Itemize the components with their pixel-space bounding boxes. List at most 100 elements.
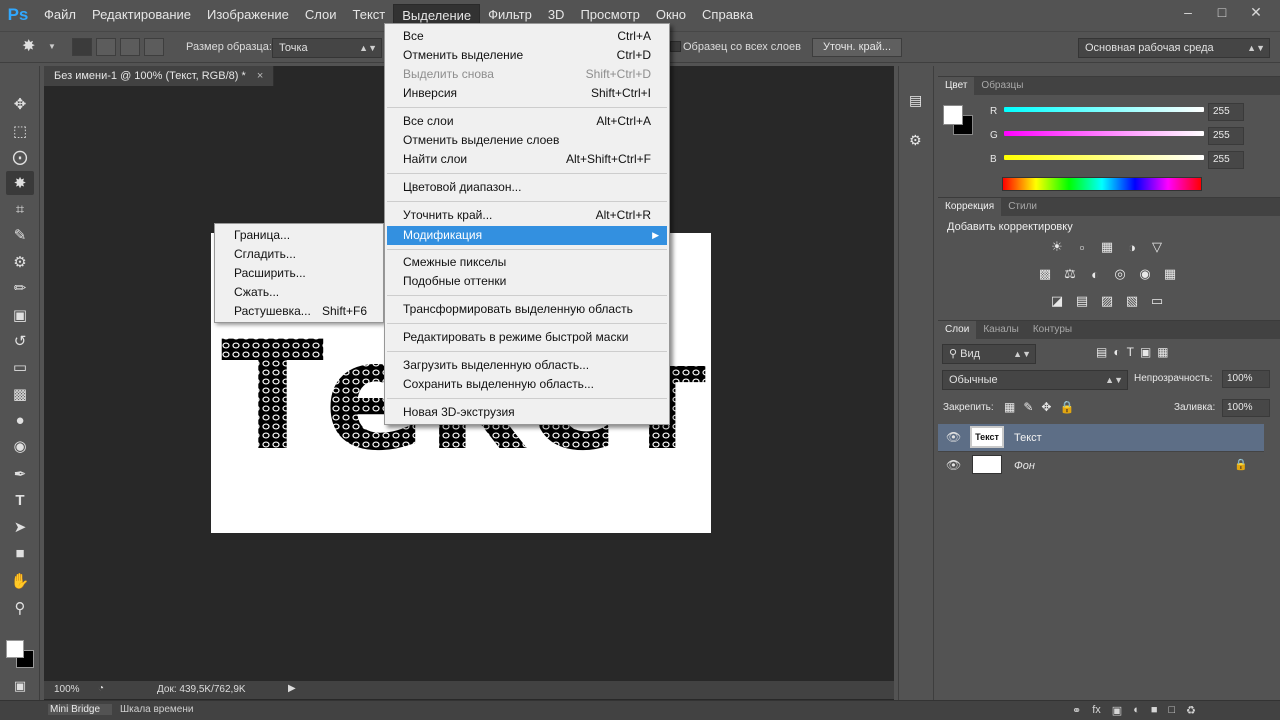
new-selection-button[interactable] [72, 38, 92, 56]
layer-row-background[interactable]: 👁 Фон 🔒 [938, 451, 1264, 478]
invert-icon[interactable]: ◪ [1046, 290, 1068, 312]
menu-refine-edge[interactable]: Уточнить край... Alt+Ctrl+R [387, 206, 667, 225]
eraser-tool-icon[interactable]: ▭ [6, 355, 34, 379]
menu-select-all[interactable]: Все Ctrl+A [387, 27, 667, 46]
layer-filter-select[interactable]: ⚲ Вид ▲▼ [942, 344, 1036, 364]
workspace-select[interactable]: Основная рабочая среда ▲▼ [1078, 38, 1270, 58]
menu-all-layers[interactable]: Все слои Alt+Ctrl+A [387, 112, 667, 131]
menu-modify[interactable]: Модификация ▶ [387, 226, 667, 245]
menu-similar[interactable]: Подобные оттенки [387, 272, 667, 291]
value-g[interactable]: 255 [1208, 127, 1244, 145]
hue-saturation-icon[interactable]: ▩ [1034, 263, 1056, 285]
threshold-icon[interactable]: ▨ [1096, 290, 1118, 312]
vibrance-icon[interactable]: ▽ [1146, 236, 1168, 258]
all-layers-checkbox[interactable] [670, 41, 681, 52]
status-icon[interactable]: ◔ [98, 683, 104, 694]
intersect-selection-button[interactable] [144, 38, 164, 56]
value-r[interactable]: 255 [1208, 103, 1244, 121]
eye-icon[interactable]: 👁 [946, 430, 961, 444]
document-tab[interactable]: Без имени-1 @ 100% (Текст, RGB/8) * × [44, 66, 275, 86]
menu-image[interactable]: Изображение [199, 4, 297, 26]
tab-timeline[interactable]: Шкала времени [120, 704, 193, 715]
value-b[interactable]: 255 [1208, 151, 1244, 169]
magic-wand-tool-icon[interactable]: ✸ [6, 171, 34, 195]
tab-mini-bridge[interactable]: Mini Bridge [48, 704, 112, 715]
lock-pixels-icon[interactable]: ✎ [1023, 400, 1033, 414]
slider-b[interactable] [1004, 155, 1204, 160]
menu-grow[interactable]: Смежные пикселы [387, 253, 667, 272]
status-arrow-icon[interactable]: ▶ [288, 683, 296, 694]
delete-layer-icon[interactable]: ♻ [1186, 704, 1196, 717]
menu-file[interactable]: Файл [36, 4, 84, 26]
fill-value[interactable]: 100% [1222, 399, 1270, 417]
quick-mask-icon[interactable]: ▣ [6, 674, 34, 698]
selective-color-icon[interactable]: ▧ [1121, 290, 1143, 312]
submenu-feather[interactable]: Растушевка... Shift+F6 [215, 302, 383, 321]
tab-channels[interactable]: Каналы [976, 321, 1026, 339]
menu-layers[interactable]: Слои [297, 4, 345, 26]
shape-filter-icon[interactable]: ▣ [1140, 345, 1151, 359]
new-group-icon[interactable]: ■ [1151, 704, 1158, 717]
pixel-filter-icon[interactable]: ▤ [1096, 345, 1107, 359]
history-panel-icon[interactable]: ▤ [909, 92, 922, 109]
chevron-down-icon[interactable]: ▼ [48, 42, 56, 51]
dodge-tool-icon[interactable]: ◉ [6, 434, 34, 458]
new-adjustment-icon[interactable]: ◐ [1133, 704, 1140, 717]
menu-color-range[interactable]: Цветовой диапазон... [387, 178, 667, 197]
tab-layers[interactable]: Слои [938, 321, 977, 339]
opacity-value[interactable]: 100% [1222, 370, 1270, 388]
stamp-tool-icon[interactable]: ▣ [6, 303, 34, 327]
menu-deselect[interactable]: Отменить выделение Ctrl+D [387, 46, 667, 65]
blur-tool-icon[interactable]: ● [6, 408, 34, 432]
history-brush-icon[interactable]: ↺ [6, 329, 34, 353]
posterize-icon[interactable]: ▤ [1071, 290, 1093, 312]
fx-icon[interactable]: fx [1092, 704, 1101, 717]
move-tool-icon[interactable]: ✥ [6, 92, 34, 116]
sample-size-select[interactable]: Точка ▲▼ [272, 38, 382, 58]
black-white-icon[interactable]: ◐ [1084, 263, 1106, 285]
brightness-icon[interactable]: ☀ [1046, 236, 1068, 258]
menu-3d-extrusion[interactable]: Новая 3D-экструзия [387, 403, 667, 422]
menu-find-layers[interactable]: Найти слои Alt+Shift+Ctrl+F [387, 150, 667, 169]
pen-tool-icon[interactable]: ✒ [6, 462, 34, 486]
submenu-border[interactable]: Граница... [215, 226, 383, 245]
menu-save-selection[interactable]: Сохранить выделенную область... [387, 375, 667, 394]
menu-deselect-layers[interactable]: Отменить выделение слоев [387, 131, 667, 150]
add-mask-icon[interactable]: ▣ [1112, 704, 1122, 717]
minimize-icon[interactable]: – [1176, 2, 1200, 22]
lock-position-icon[interactable]: ✥ [1041, 400, 1051, 414]
submenu-contract[interactable]: Сжать... [215, 283, 383, 302]
menu-transform-selection[interactable]: Трансформировать выделенную область [387, 300, 667, 319]
lock-all-icon[interactable]: 🔒 [1059, 400, 1074, 414]
gradient-map-icon[interactable]: ▭ [1146, 290, 1168, 312]
submenu-expand[interactable]: Расширить... [215, 264, 383, 283]
color-lookup-icon[interactable]: ▦ [1159, 263, 1181, 285]
layer-name[interactable]: Текст [1014, 432, 1042, 444]
eyedropper-tool-icon[interactable]: ✎ [6, 223, 34, 247]
menu-quick-mask[interactable]: Редактировать в режиме быстрой маски [387, 328, 667, 347]
tab-paths[interactable]: Контуры [1026, 321, 1079, 339]
gradient-tool-icon[interactable]: ▩ [6, 382, 34, 406]
lock-transparent-icon[interactable]: ▦ [1004, 400, 1015, 414]
menu-edit[interactable]: Редактирование [84, 4, 199, 26]
levels-icon[interactable]: ▫ [1071, 236, 1093, 258]
photo-filter-icon[interactable]: ◎ [1109, 263, 1131, 285]
type-tool-icon[interactable]: T [6, 488, 34, 512]
brush-tool-icon[interactable]: ✏ [6, 276, 34, 300]
submenu-smooth[interactable]: Сгладить... [215, 245, 383, 264]
tab-adjustments[interactable]: Коррекция [938, 198, 1002, 216]
lasso-tool-icon[interactable]: ⨀ [6, 145, 34, 169]
close-icon[interactable]: ✕ [1244, 2, 1268, 22]
foreground-color-swatch[interactable] [943, 105, 963, 125]
close-tab-icon[interactable]: × [257, 70, 263, 82]
menu-help[interactable]: Справка [694, 4, 761, 26]
curves-icon[interactable]: ▦ [1096, 236, 1118, 258]
adjustment-filter-icon[interactable]: ◐ [1113, 345, 1120, 359]
zoom-level[interactable]: 100% [54, 684, 80, 695]
link-layers-icon[interactable]: ⚭ [1072, 704, 1081, 717]
hand-tool-icon[interactable]: ✋ [6, 569, 34, 593]
refine-edge-button[interactable]: Уточн. край... [812, 38, 902, 57]
properties-panel-icon[interactable]: ⚙ [909, 132, 922, 149]
crop-tool-icon[interactable]: ⌗ [6, 197, 34, 221]
add-selection-button[interactable] [96, 38, 116, 56]
